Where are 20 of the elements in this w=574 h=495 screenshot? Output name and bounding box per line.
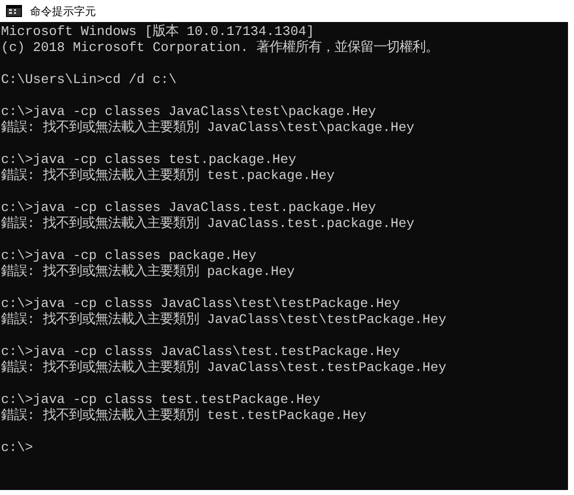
console-line: C:\Users\Lin>cd /d c:\ [0, 72, 178, 88]
console-line: c:\>java -cp classs test.testPackage.Hey [0, 392, 322, 408]
console-line: 錯誤: 找不到或無法載入主要類別 test.package.Hey [0, 168, 336, 184]
console-line: Microsoft Windows [版本 10.0.17134.1304] [0, 24, 316, 40]
console-line: 錯誤: 找不到或無法載入主要類別 package.Hey [0, 264, 296, 280]
console-line: 錯誤: 找不到或無法載入主要類別 JavaClass\test.testPackage.Hey [0, 360, 448, 376]
console-line: c:\>java -cp classs JavaClass\test\testPackage.Hey [0, 296, 401, 312]
console-line: c:\> [0, 440, 34, 456]
console-line: 錯誤: 找不到或無法載入主要類別 JavaClass\test\package.Hey [0, 120, 416, 136]
console-line: 錯誤: 找不到或無法載入主要類別 JavaClass.test.package.Hey [0, 216, 416, 232]
console-line: c:\>java -cp classes JavaClass.test.package.Hey [0, 200, 378, 216]
console-line: c:\>java -cp classes package.Hey [0, 248, 258, 264]
console-line: c:\>java -cp classes test.package.Hey [0, 152, 298, 168]
console-line: 錯誤: 找不到或無法載入主要類別 JavaClass\test\testPackage.Hey [0, 312, 448, 328]
window-title: 命令提示字元 [30, 4, 96, 18]
console-line: c:\>java -cp classs JavaClass\test.testPackage.Hey [0, 344, 401, 360]
console-line: (c) 2018 Microsoft Corporation. 著作權所有，並保留一切權利。 [0, 40, 440, 56]
console-icon [6, 5, 22, 17]
console-line: c:\>java -cp classes JavaClass\test\package.Hey [0, 104, 378, 120]
console-line: 錯誤: 找不到或無法載入主要類別 test.testPackage.Hey [0, 408, 368, 424]
